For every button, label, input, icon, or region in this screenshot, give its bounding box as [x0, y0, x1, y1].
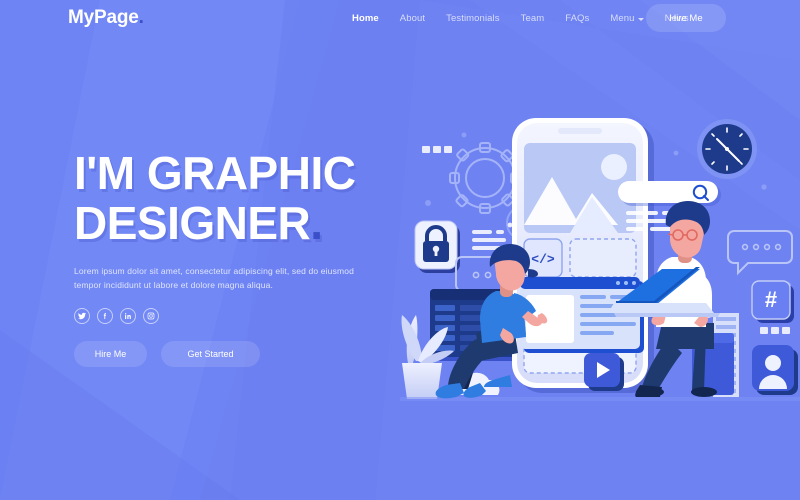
linkedin-icon: [124, 307, 132, 325]
social-link-instagram[interactable]: [143, 308, 159, 324]
nav-label: Home: [352, 13, 379, 24]
logo[interactable]: MyPage.: [68, 7, 144, 29]
logo-dot: .: [138, 7, 144, 28]
instagram-icon: [147, 307, 155, 325]
nav-item-testimonials[interactable]: Testimonials: [446, 13, 499, 24]
page-title: I'M GRAPHIC DESIGNER.: [74, 148, 394, 248]
get-started-button[interactable]: Get Started: [161, 341, 260, 367]
nav-label: Menu: [610, 13, 635, 24]
nav-label: FAQs: [565, 13, 590, 24]
hero-illustration: </> #: [400, 95, 800, 415]
hero-section: I'M GRAPHIC DESIGNER. Lorem ipsum dolor …: [74, 148, 394, 367]
social-link-twitter[interactable]: [74, 308, 90, 324]
nav-item-menu[interactable]: Menu: [610, 13, 644, 24]
svg-text:</>: </>: [531, 252, 555, 267]
facebook-icon: [101, 307, 109, 325]
lock-icon: [414, 220, 460, 273]
ground-line: [400, 397, 800, 401]
twitter-icon: [78, 307, 86, 325]
chat-bubble-right-dots: [741, 243, 782, 251]
chat-bubble-right: [727, 230, 793, 276]
get-started-label: Get Started: [187, 349, 234, 359]
title-line-1: I'M GRAPHIC: [74, 147, 356, 199]
nav-item-home[interactable]: Home: [352, 13, 379, 24]
analog-clock: [697, 119, 757, 179]
hashtag-icon: #: [751, 280, 794, 323]
hire-me-label: Hire Me: [94, 349, 127, 359]
hire-me-label: Hire Me: [669, 12, 703, 24]
social-link-linkedin[interactable]: [120, 308, 136, 324]
dashed-placeholder-top: [569, 238, 637, 278]
title-period: .: [310, 197, 323, 249]
nav-label: Testimonials: [446, 13, 500, 24]
social-links: [74, 308, 394, 324]
social-link-facebook[interactable]: [97, 308, 113, 324]
logo-text: MyPage: [68, 7, 139, 28]
chevron-down-icon: [637, 17, 644, 21]
play-button: [584, 353, 624, 391]
nav-label: Team: [520, 13, 545, 24]
nav-item-about[interactable]: About: [400, 13, 425, 24]
hero-paragraph: Lorem ipsum dolor sit amet, consectetur …: [74, 266, 354, 290]
nav-label: About: [399, 13, 426, 24]
site-header: MyPage. Home About Testimonials Team FAQ…: [0, 0, 800, 44]
hero-buttons: Hire Me Get Started: [74, 341, 394, 367]
nav-item-faqs[interactable]: FAQs: [565, 13, 589, 24]
search-bar: [618, 181, 721, 206]
hire-me-button[interactable]: Hire Me: [74, 341, 147, 367]
header-hire-me-button[interactable]: Hire Me: [646, 4, 726, 32]
user-avatar-icon: [752, 345, 798, 395]
title-line-2: DESIGNER: [74, 197, 311, 249]
gear-icon: [449, 142, 521, 214]
nav-item-team[interactable]: Team: [521, 13, 545, 24]
svg-text:#: #: [765, 287, 777, 312]
